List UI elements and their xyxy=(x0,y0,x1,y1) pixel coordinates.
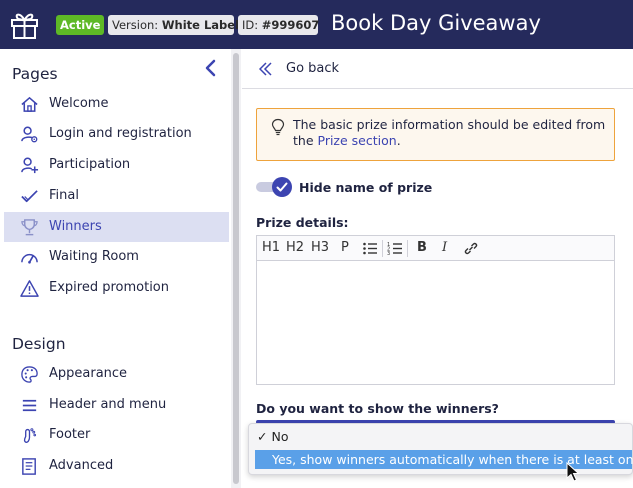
design-section-title: Design xyxy=(12,335,66,353)
sidebar-item-label: Waiting Room xyxy=(49,249,139,264)
editor-toolbar: H1 H2 H3 P 1 2 3 B I xyxy=(257,236,614,261)
sidebar-item-label: Header and menu xyxy=(49,397,167,412)
info-text-after: . xyxy=(396,133,401,148)
double-chevron-left-icon xyxy=(259,62,272,76)
h2-button[interactable]: H2 xyxy=(286,240,304,255)
warning-icon xyxy=(20,280,39,297)
go-back-label: Go back xyxy=(286,61,340,76)
show-winners-question: Do you want to show the winners? xyxy=(256,401,499,416)
hide-name-label: Hide name of prize xyxy=(299,180,433,195)
toolbar-divider xyxy=(382,240,383,257)
sidebar-item-expired-promotion[interactable]: Expired promotion xyxy=(4,273,229,303)
sidebar-item-label: Final xyxy=(49,188,79,203)
dropdown-option-no[interactable]: ✓ No xyxy=(257,429,288,444)
checkmark-icon: ✓ xyxy=(257,429,268,444)
version-label: Version: xyxy=(112,18,159,32)
info-alert-text: The basic prize information should be ed… xyxy=(293,117,608,149)
menu-icon xyxy=(22,399,37,412)
trophy-icon xyxy=(21,219,38,236)
sidebar-item-appearance[interactable]: Appearance xyxy=(4,359,229,389)
toggle-knob xyxy=(272,177,292,197)
h1-button[interactable]: H1 xyxy=(262,240,280,255)
toolbar-divider xyxy=(407,240,408,257)
link-icon[interactable] xyxy=(463,241,479,256)
sidebar-item-label: Login and registration xyxy=(49,126,192,141)
sidebar-item-advanced[interactable]: Advanced xyxy=(4,451,229,481)
sidebar-item-footer[interactable]: Footer xyxy=(4,420,229,450)
footprint-icon xyxy=(23,428,37,443)
option-label: No xyxy=(271,429,289,444)
document-icon xyxy=(22,458,36,475)
gift-icon xyxy=(11,13,38,39)
status-badge: Active xyxy=(56,15,104,35)
sidebar-item-label: Advanced xyxy=(49,458,114,473)
mouse-cursor-icon xyxy=(566,462,580,482)
sidebar: Pages Welcome Login and registration Par… xyxy=(0,49,241,488)
sidebar-item-participation[interactable]: Participation xyxy=(4,150,229,180)
gauge-icon xyxy=(21,253,38,264)
sidebar-item-waiting-room[interactable]: Waiting Room xyxy=(4,242,229,272)
check-icon xyxy=(21,190,38,203)
top-header: Active Version: White Label ID: #999607 … xyxy=(0,0,633,49)
sidebar-item-label: Winners xyxy=(49,219,102,234)
italic-button[interactable]: I xyxy=(442,240,447,255)
prize-section-link[interactable]: Prize section xyxy=(318,133,397,148)
sidebar-item-winners[interactable]: Winners xyxy=(4,212,229,242)
collapse-sidebar-icon[interactable] xyxy=(204,59,218,77)
user-add-icon xyxy=(21,157,39,174)
sidebar-item-final[interactable]: Final xyxy=(4,181,229,211)
prize-details-label: Prize details: xyxy=(256,215,349,230)
version-badge: Version: White Label xyxy=(108,15,239,35)
sidebar-item-label: Welcome xyxy=(49,96,109,111)
sidebar-item-label: Appearance xyxy=(49,366,128,381)
id-label: ID: xyxy=(242,18,259,32)
sidebar-item-login-registration[interactable]: Login and registration xyxy=(4,119,229,149)
id-value: #999607 xyxy=(261,18,320,32)
info-alert: The basic prize information should be ed… xyxy=(256,108,615,161)
svg-text:3: 3 xyxy=(387,251,390,256)
sidebar-item-label: Expired promotion xyxy=(49,280,169,295)
palette-icon xyxy=(21,366,38,383)
h3-button[interactable]: H3 xyxy=(311,240,329,255)
go-back-button[interactable]: Go back xyxy=(242,49,633,89)
sidebar-scrollbar-thumb[interactable] xyxy=(233,53,239,484)
bullet-list-icon[interactable] xyxy=(362,241,378,256)
user-settings-icon xyxy=(21,126,38,143)
sidebar-item-welcome[interactable]: Welcome xyxy=(4,89,229,119)
home-icon xyxy=(21,96,38,112)
paragraph-button[interactable]: P xyxy=(341,240,349,255)
prize-details-editor[interactable]: H1 H2 H3 P 1 2 3 B I xyxy=(256,235,615,385)
id-badge: ID: #999607 xyxy=(238,15,320,35)
sidebar-item-header-menu[interactable]: Header and menu xyxy=(4,390,229,420)
page-title: Book Day Giveaway xyxy=(331,11,541,35)
sidebar-item-label: Footer xyxy=(49,427,91,442)
version-value: White Label xyxy=(161,18,240,32)
hide-name-toggle[interactable] xyxy=(256,177,292,197)
pages-section-title: Pages xyxy=(12,65,58,83)
sidebar-item-label: Participation xyxy=(49,157,131,172)
numbered-list-icon[interactable]: 1 2 3 xyxy=(387,241,403,256)
bold-button[interactable]: B xyxy=(417,240,427,255)
lightbulb-icon xyxy=(271,118,285,136)
toggle-check-icon xyxy=(276,182,288,192)
